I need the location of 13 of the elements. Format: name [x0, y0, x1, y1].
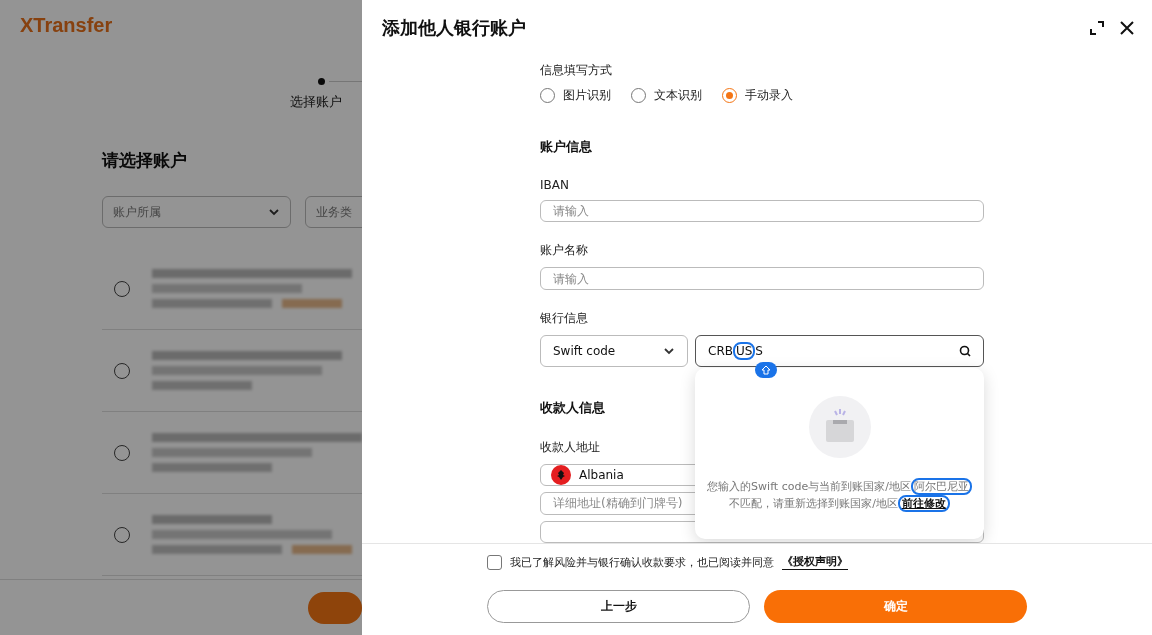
- field-label: IBAN: [540, 178, 570, 192]
- drawer-title: 添加他人银行账户: [382, 16, 526, 40]
- field-label: 收款人地址: [540, 438, 601, 456]
- field-label: 银行信息: [540, 309, 589, 327]
- section-heading: 账户信息: [540, 138, 593, 156]
- field-label: 账户名称: [540, 242, 589, 260]
- section-heading: 收款人信息: [540, 398, 606, 417]
- field-label: 信息填写方式: [540, 62, 613, 79]
- agreement-text: 我已了解风险并与银行确认收款要求，也已阅读并同意: [510, 554, 774, 570]
- logo: XTransfer: [19, 13, 114, 38]
- error-message: 您输入的Swift code与当前到账国家/地区 阿尔巴尼亚 不匹配，请重新选择到账国家/地区 前往修改: [707, 478, 972, 512]
- page-heading: 请选择账户: [100, 149, 188, 172]
- step-label: 选择账户: [290, 93, 342, 111]
